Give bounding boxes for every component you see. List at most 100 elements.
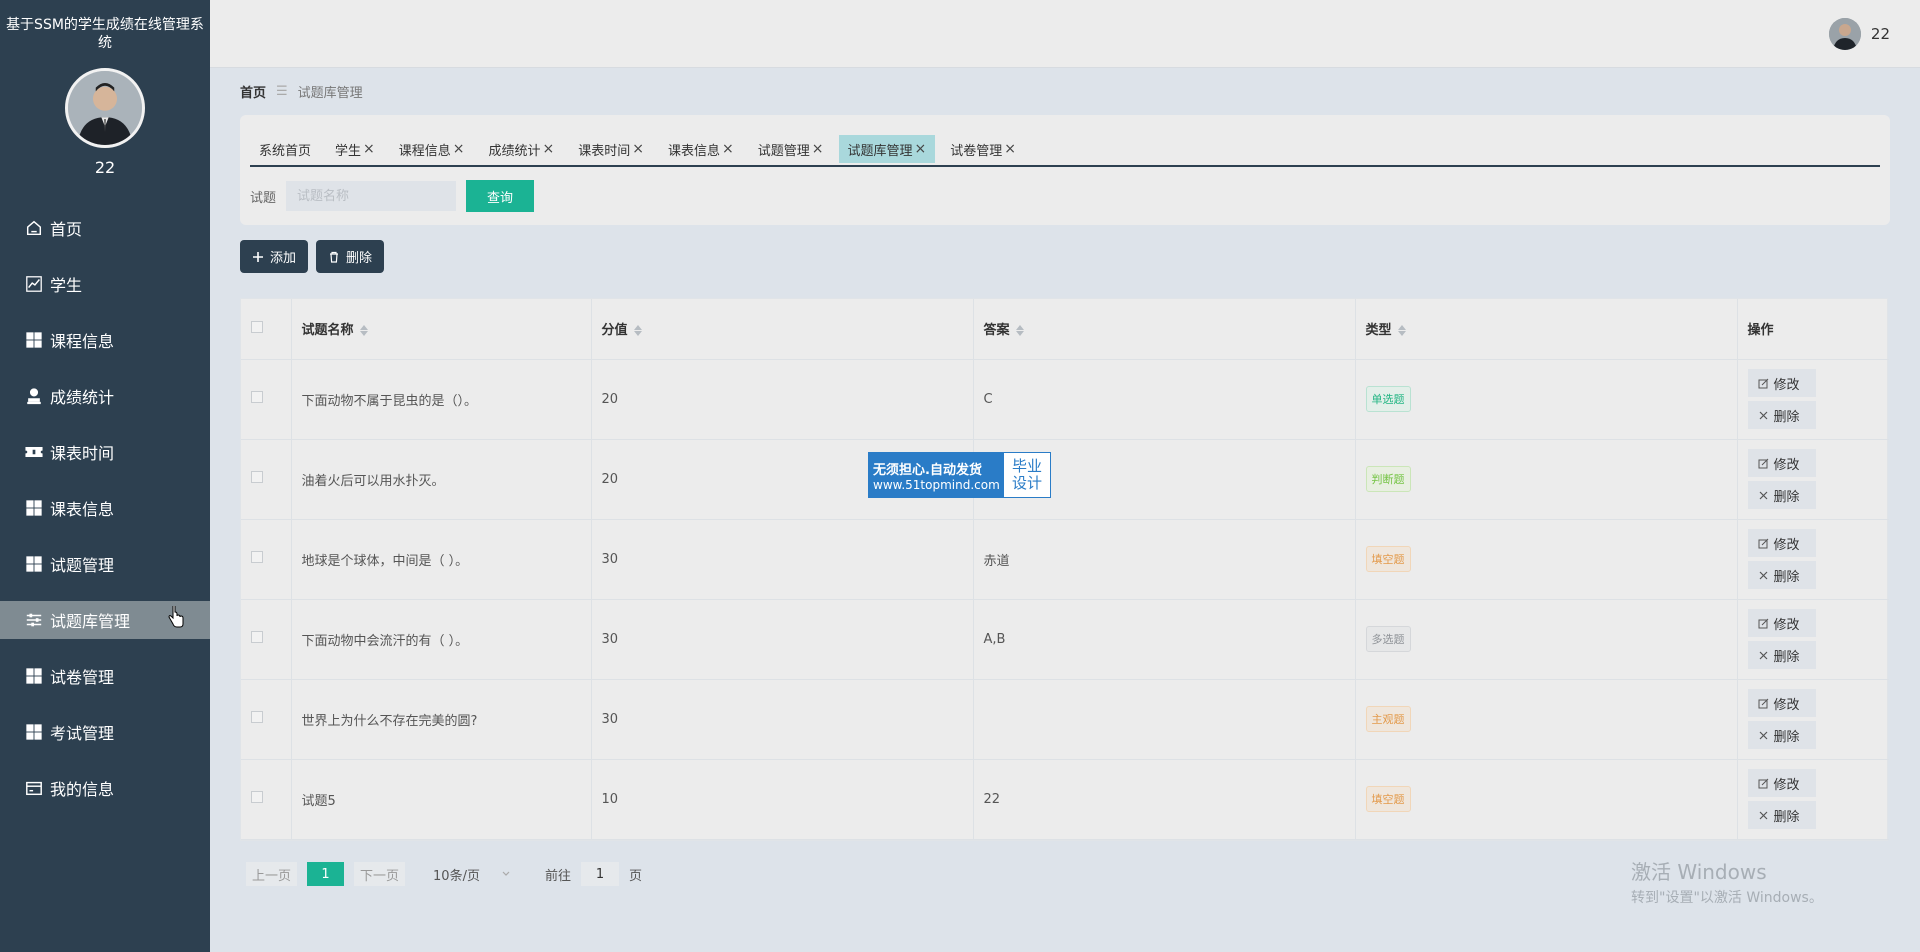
tab-paper-management[interactable]: 试卷管理 ×: [941, 135, 1026, 163]
type-badge: 判断题: [1365, 466, 1411, 492]
sidebar-item-label: 考试管理: [50, 724, 115, 743]
row-delete-button[interactable]: 删除: [1747, 401, 1816, 429]
table-row: 地球是个球体，中间是（ ）。 30 赤道 填空题 修改 删除: [241, 519, 1889, 600]
close-icon[interactable]: ×: [812, 141, 824, 157]
row-delete-button[interactable]: 删除: [1747, 481, 1816, 509]
sidebar-item-my-info[interactable]: 我的信息: [0, 769, 210, 807]
cell-type: 判断题: [1355, 439, 1738, 520]
close-icon[interactable]: ×: [543, 141, 555, 157]
sidebar-item-schedule-time[interactable]: 课表时间: [0, 433, 210, 471]
close-icon[interactable]: ×: [632, 141, 644, 157]
tab-students[interactable]: 学生 ×: [326, 135, 384, 163]
cell-name: 世界上为什么不存在完美的圆?: [291, 679, 592, 760]
cell-name: 试题5: [291, 759, 592, 840]
user-stamp-icon: [24, 386, 44, 406]
sidebar: 基于SSM的学生成绩在线管理系统 22 首页 学生 课程信息 成绩统计 课表时间…: [0, 0, 210, 952]
sidebar-item-course-info[interactable]: 课程信息: [0, 321, 210, 359]
column-header-type[interactable]: 类型: [1355, 299, 1738, 360]
card-icon: [24, 778, 44, 798]
row-delete-button[interactable]: 删除: [1747, 641, 1816, 669]
breadcrumb-home[interactable]: 首页: [240, 82, 266, 101]
sidebar-item-grade-stats[interactable]: 成绩统计: [0, 377, 210, 415]
row-delete-button[interactable]: 删除: [1747, 801, 1816, 829]
grid-icon: [24, 498, 44, 518]
sidebar-item-schedule-info[interactable]: 课表信息: [0, 489, 210, 527]
row-select-cell[interactable]: [241, 599, 292, 680]
tab-schedule-time[interactable]: 课表时间 ×: [569, 135, 654, 163]
sort-icon[interactable]: [633, 325, 642, 337]
sidebar-item-students[interactable]: 学生: [0, 265, 210, 303]
query-button[interactable]: 查询: [466, 180, 535, 212]
next-page-button[interactable]: 下一页: [354, 862, 406, 886]
tab-schedule-info[interactable]: 课表信息 ×: [659, 135, 743, 163]
goto-page-input[interactable]: 1: [581, 862, 620, 886]
cell-score: 30: [591, 519, 974, 600]
sidebar-item-question-management[interactable]: 试题管理: [0, 545, 210, 583]
sidebar-item-paper-management[interactable]: 试卷管理: [0, 657, 210, 695]
column-header-score[interactable]: 分值: [591, 299, 974, 360]
tab-grade-stats[interactable]: 成绩统计 ×: [479, 135, 564, 163]
row-delete-button[interactable]: 删除: [1747, 721, 1816, 749]
sidebar-item-exam-management[interactable]: 考试管理: [0, 713, 210, 751]
top-avatar[interactable]: [1828, 18, 1861, 50]
row-select-cell[interactable]: [241, 679, 292, 760]
tab-question-management[interactable]: 试题管理 ×: [748, 135, 833, 163]
edit-button[interactable]: 修改: [1747, 529, 1816, 557]
cell-type: 填空题: [1355, 759, 1738, 840]
select-all-checkbox[interactable]: [251, 320, 263, 333]
row-delete-button[interactable]: 删除: [1747, 561, 1816, 589]
top-user-menu[interactable]: 22: [1828, 18, 1890, 50]
sidebar-item-label: 成绩统计: [50, 388, 115, 407]
close-icon[interactable]: ×: [453, 141, 465, 157]
row-select-cell[interactable]: [241, 519, 292, 600]
sidebar-item-label: 试卷管理: [50, 668, 115, 687]
row-select-cell[interactable]: [241, 359, 292, 440]
promo-right1: 毕业: [1011, 457, 1042, 475]
page-size-select[interactable]: 10条/页: [429, 865, 515, 884]
delete-button[interactable]: 删除: [316, 240, 385, 273]
breadcrumb-separator-icon: ☰: [276, 84, 288, 99]
row-select-cell[interactable]: [241, 439, 292, 520]
select-all-cell[interactable]: [241, 299, 292, 360]
prev-page-button[interactable]: 上一页: [246, 862, 298, 886]
row-select-cell[interactable]: [241, 759, 292, 840]
sort-icon[interactable]: [1397, 325, 1406, 337]
sort-icon[interactable]: [1015, 325, 1024, 337]
sidebar-avatar[interactable]: [65, 68, 145, 148]
close-icon[interactable]: ×: [915, 141, 927, 157]
row-checkbox[interactable]: [251, 391, 263, 403]
tab-question-bank[interactable]: 试题库管理 ×: [838, 135, 936, 163]
close-icon[interactable]: ×: [1004, 141, 1016, 157]
row-checkbox[interactable]: [251, 791, 263, 803]
page-number-1[interactable]: 1: [307, 862, 345, 886]
table-row: 下面动物不属于昆虫的是（）。 20 C 单选题 修改 删除: [241, 359, 1889, 440]
column-header-answer[interactable]: 答案: [973, 299, 1356, 360]
sidebar-item-label: 试题管理: [50, 556, 115, 575]
close-icon: [1759, 411, 1767, 419]
sidebar-item-label: 我的信息: [50, 780, 115, 799]
tab-course-info[interactable]: 课程信息 ×: [389, 135, 474, 163]
tab-system-home[interactable]: 系统首页: [250, 135, 321, 163]
edit-button[interactable]: 修改: [1747, 449, 1816, 477]
close-icon[interactable]: ×: [722, 141, 734, 157]
edit-button[interactable]: 修改: [1747, 689, 1816, 717]
edit-icon: [1758, 778, 1768, 788]
search-input[interactable]: [286, 181, 457, 211]
add-button[interactable]: 添加: [240, 240, 309, 273]
trash-icon: [330, 251, 339, 263]
edit-button[interactable]: 修改: [1747, 609, 1816, 637]
row-checkbox[interactable]: [251, 471, 263, 483]
sort-icon[interactable]: [359, 325, 368, 337]
grid-icon: [24, 330, 44, 350]
cell-score: 30: [591, 679, 974, 760]
column-header-name[interactable]: 试题名称: [291, 299, 592, 360]
close-icon: [1759, 571, 1767, 579]
row-checkbox[interactable]: [251, 631, 263, 643]
promo-line2: www.51topmind.com: [873, 477, 1000, 492]
edit-button[interactable]: 修改: [1747, 369, 1816, 397]
row-checkbox[interactable]: [251, 711, 263, 723]
edit-button[interactable]: 修改: [1747, 769, 1816, 797]
row-checkbox[interactable]: [251, 551, 263, 563]
close-icon[interactable]: ×: [363, 141, 375, 157]
sidebar-item-home[interactable]: 首页: [0, 209, 210, 247]
